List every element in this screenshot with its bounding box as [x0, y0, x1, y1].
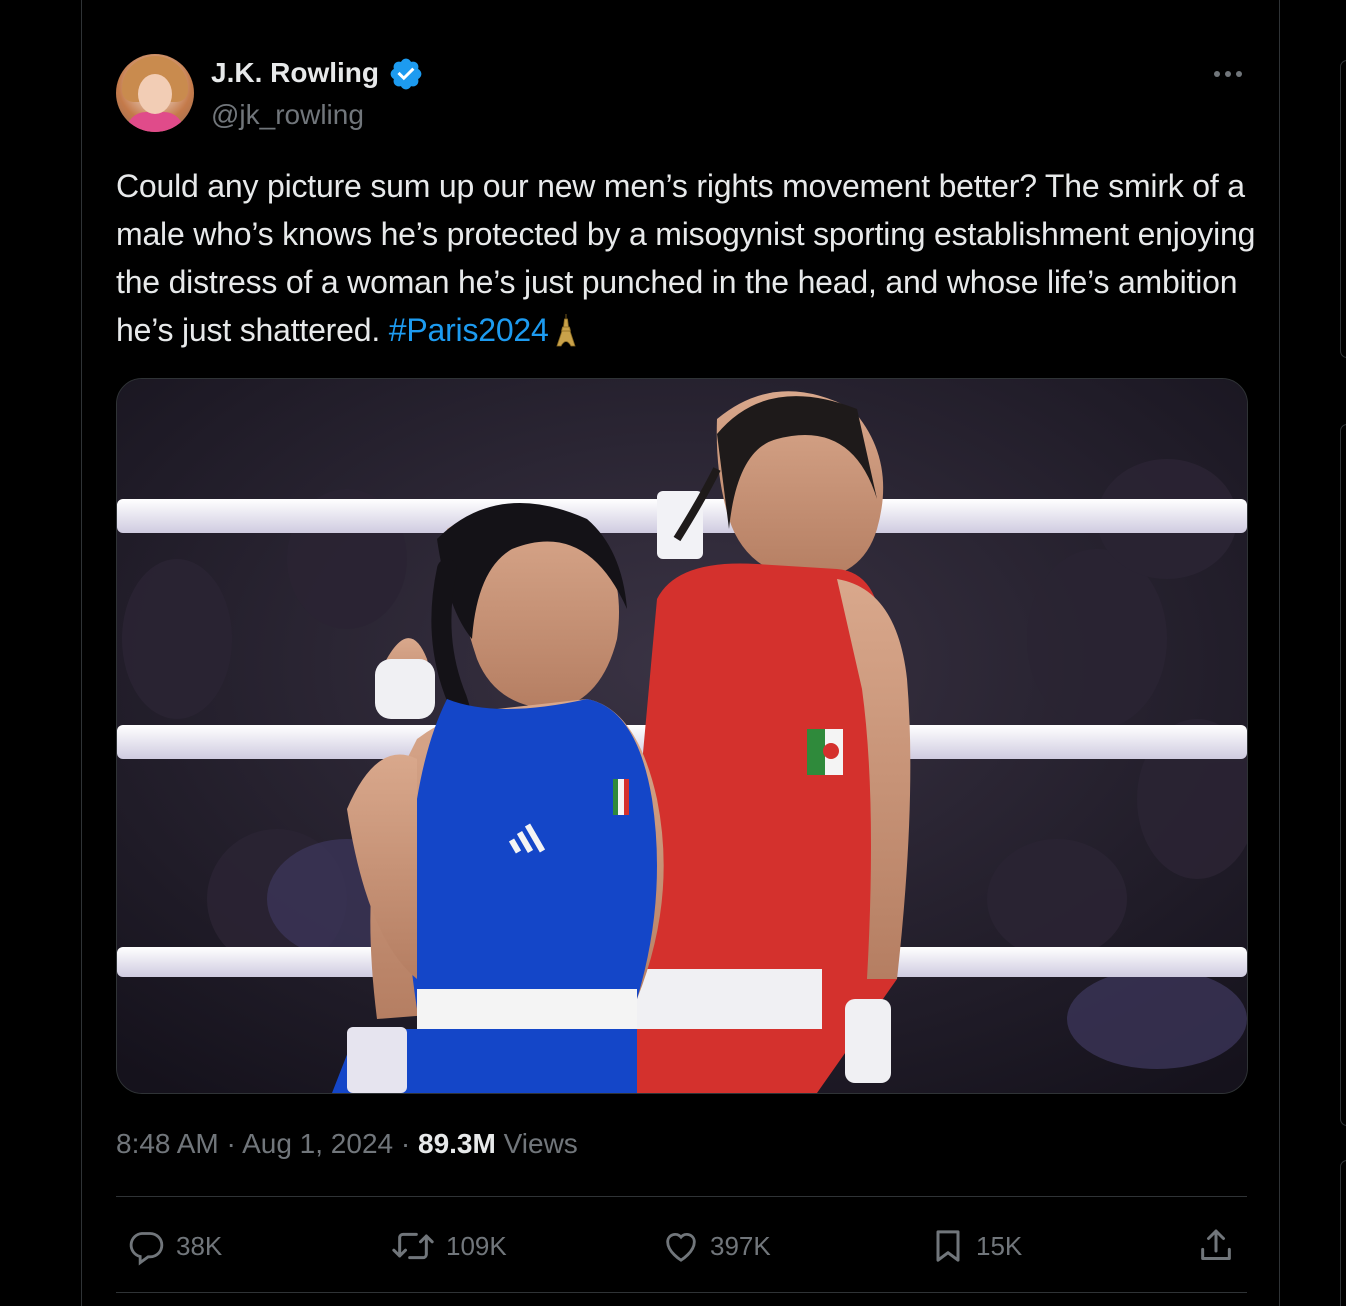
share-icon [1201, 1229, 1231, 1260]
like-button[interactable]: 397K [660, 1226, 771, 1266]
like-count: 397K [710, 1230, 771, 1261]
bookmark-count: 15K [976, 1230, 1023, 1261]
eiffel-tower-icon [556, 314, 576, 347]
tweet-photo[interactable] [116, 378, 1248, 1094]
repost-count: 109K [446, 1230, 507, 1261]
bookmark-icon [936, 1230, 960, 1262]
author-name[interactable]: J.K. Rowling [211, 56, 379, 90]
divider [116, 1292, 1247, 1293]
tweet-date[interactable]: Aug 1, 2024 [242, 1128, 393, 1159]
timeline-border-right [1279, 0, 1280, 1306]
repost-icon [392, 1232, 434, 1260]
meta-separator: · [226, 1128, 236, 1159]
tweet-meta: 8:48 AM · Aug 1, 2024 · 89.3M Views [116, 1124, 578, 1164]
share-button[interactable] [1196, 1226, 1244, 1266]
repost-button[interactable]: 109K [388, 1226, 507, 1266]
tweet-text: Could any picture sum up our new men’s r… [116, 162, 1256, 354]
avatar[interactable] [116, 54, 194, 132]
timeline-border-left [81, 0, 82, 1306]
reply-button[interactable]: 38K [124, 1226, 222, 1266]
author-handle[interactable]: @jk_rowling [211, 98, 364, 132]
bookmark-button[interactable]: 15K [928, 1226, 1022, 1266]
sidebar-card-edge [1340, 424, 1346, 1126]
hashtag-link[interactable]: #Paris2024 [389, 312, 549, 348]
like-icon [666, 1232, 696, 1262]
boxing-photo [117, 379, 1247, 1093]
sidebar-card-edge [1340, 1160, 1346, 1306]
tweet-time[interactable]: 8:48 AM [116, 1128, 219, 1159]
meta-separator: · [400, 1128, 411, 1159]
views-label: Views [503, 1128, 578, 1159]
verified-badge-icon[interactable] [388, 56, 424, 92]
divider [116, 1196, 1247, 1197]
reply-count: 38K [176, 1230, 223, 1261]
tweet-body: Could any picture sum up our new men’s r… [116, 168, 1256, 348]
more-icon[interactable] [1208, 60, 1248, 88]
sidebar-card-edge [1340, 60, 1346, 358]
views-count[interactable]: 89.3M [418, 1128, 496, 1159]
reply-icon [129, 1232, 164, 1266]
